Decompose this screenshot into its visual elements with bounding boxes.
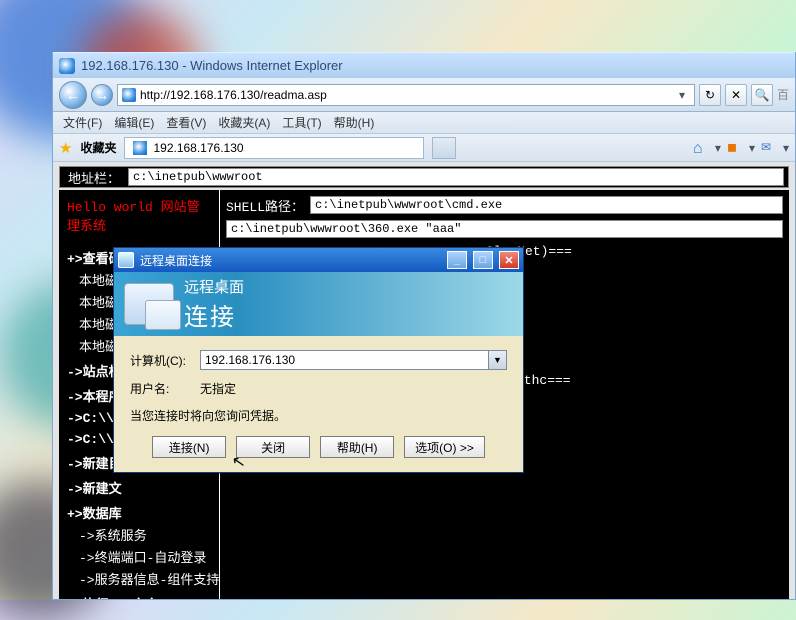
rss-icon[interactable] [727,140,743,156]
rdp-header-line1: 远程桌面 [184,276,244,297]
tab-title: 192.168.176.130 [153,141,243,155]
favorites-star-icon[interactable]: ★ [59,139,72,157]
close-button[interactable]: ✕ [499,251,519,269]
rdp-header-line2: 连接 [184,297,244,332]
rdp-title-icon [118,252,134,268]
new-tab-button[interactable] [432,137,456,159]
sidebar-item[interactable]: ->服务器信息-组件支持 [79,569,211,588]
help-button[interactable]: 帮助(H) [320,436,394,458]
shell-path-input[interactable] [310,196,783,214]
address-bar[interactable]: ▾ [117,84,695,106]
rdp-titlebar[interactable]: 远程桌面连接 _ □ ✕ [114,248,523,272]
minimize-button[interactable]: _ [447,251,467,269]
rdp-hint: 当您连接时将向您询问凭据。 [130,407,507,424]
mail-icon[interactable] [761,140,777,156]
options-button[interactable]: 选项(O) >> [404,436,485,458]
forward-button[interactable]: → [91,84,113,106]
tools-net-text: 0ls.Net)=== [486,244,783,259]
ie-icon [59,58,75,74]
menubar: 文件(F) 编辑(E) 查看(V) 收藏夹(A) 工具(T) 帮助(H) [53,112,795,134]
page-icon [122,88,136,102]
computer-input[interactable] [200,350,489,370]
rdp-dialog[interactable]: 远程桌面连接 _ □ ✕ 远程桌面 连接 计算机(C): ▼ 用户名: 无指定 … [113,247,524,473]
username-label: 用户名: [130,380,200,397]
sidebar-section[interactable]: +>数据库 [67,503,211,522]
menu-favorites[interactable]: 收藏夹(A) [218,114,270,131]
page-address-label: 地址栏： [68,168,120,187]
url-dropdown-icon[interactable]: ▾ [674,88,690,102]
browser-tab[interactable]: 192.168.176.130 [124,137,424,159]
home-icon[interactable] [693,140,709,156]
back-button[interactable]: ← [59,81,87,109]
connect-button[interactable]: 连接(N) [152,436,226,458]
url-input[interactable] [140,88,670,102]
ethc-text: ethc=== [516,373,783,388]
close-dialog-button[interactable]: 关闭 [236,436,310,458]
search-provider: 百 [777,86,789,103]
menu-edit[interactable]: 编辑(E) [114,114,154,131]
rdp-header: 远程桌面 连接 [114,272,523,336]
rdp-title-text: 远程桌面连接 [140,252,212,269]
sidebar-section[interactable]: ->新建文 [67,478,211,497]
sidebar-item[interactable]: ->系统服务 [79,525,211,544]
sidebar-section[interactable]: +>执行CMD命令 [67,594,211,599]
menu-file[interactable]: 文件(F) [63,114,102,131]
shell-cmd-input[interactable] [226,220,783,238]
page-address-line: 地址栏： [59,166,789,188]
favorites-label[interactable]: 收藏夹 [80,139,116,156]
menu-help[interactable]: 帮助(H) [334,114,375,131]
tab-page-icon [133,141,147,155]
computer-dropdown-icon[interactable]: ▼ [489,350,507,370]
page-address-input[interactable] [128,168,784,186]
username-value: 无指定 [200,380,236,397]
stop-button[interactable]: ✕ [725,84,747,106]
maximize-button[interactable]: □ [473,251,493,269]
shell-label: SHELL路径： [226,196,310,215]
menu-view[interactable]: 查看(V) [166,114,206,131]
computer-label: 计算机(C): [130,352,200,369]
rdp-body: 计算机(C): ▼ 用户名: 无指定 当您连接时将向您询问凭据。 连接(N) 关… [114,336,523,472]
sidebar-item[interactable]: ->终端端口-自动登录 [79,547,211,566]
menu-tools[interactable]: 工具(T) [282,114,321,131]
favorites-bar: ★ 收藏夹 192.168.176.130 ▾ ▾ ▾ [53,134,795,162]
refresh-button[interactable]: ↻ [699,84,721,106]
search-button[interactable]: 🔍 [751,84,773,106]
ie-navbar: ← → ▾ ↻ ✕ 🔍 百 [53,78,795,112]
ie-titlebar[interactable]: 192.168.176.130 - Windows Internet Explo… [53,52,795,78]
rdp-logo-icon [124,283,174,325]
ie-title: 192.168.176.130 - Windows Internet Explo… [81,58,343,73]
sidebar-title: Hello world 网站管理系统 [67,196,211,234]
